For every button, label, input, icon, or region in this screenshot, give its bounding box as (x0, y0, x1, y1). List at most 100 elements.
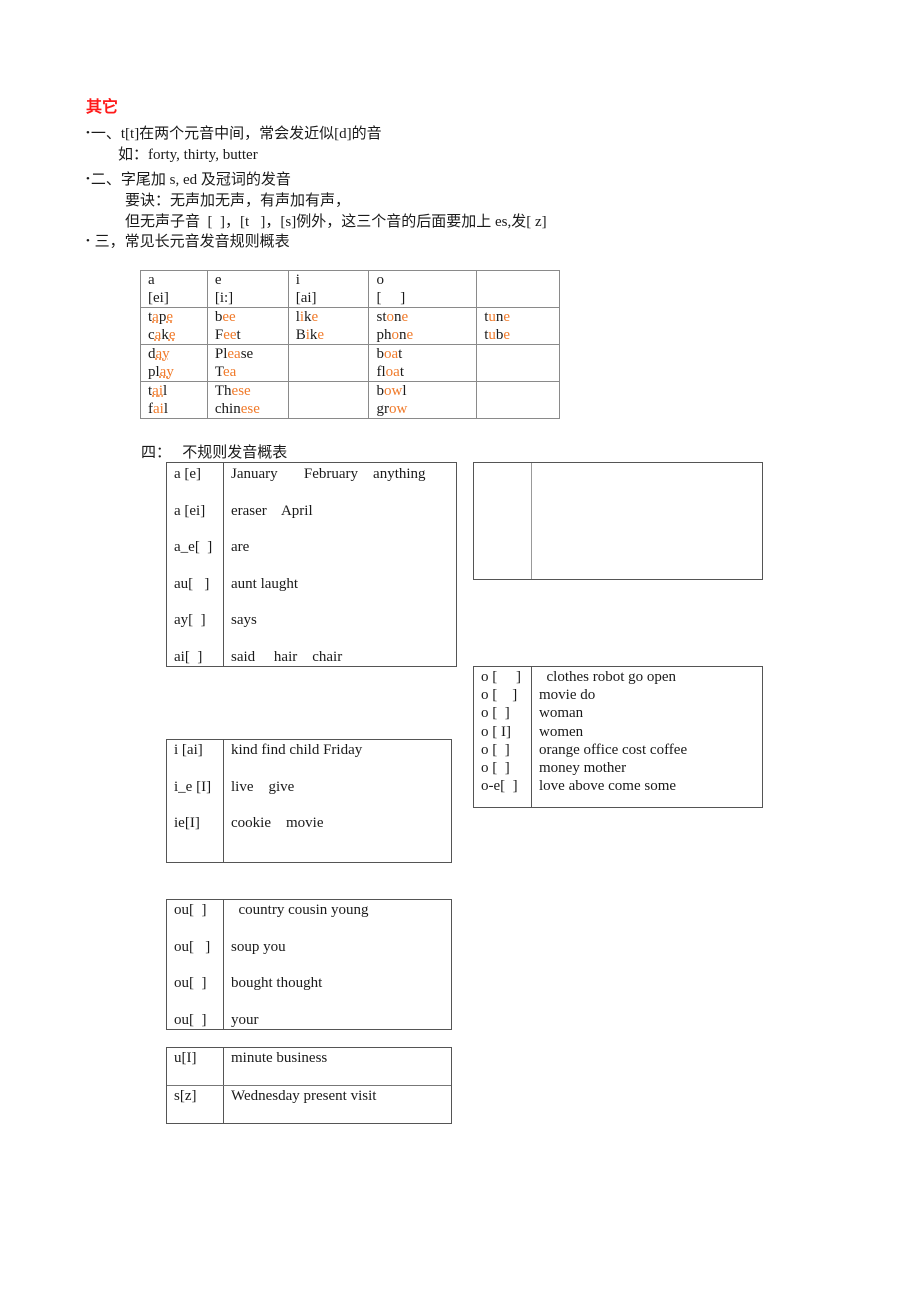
vowel-letter (484, 271, 559, 289)
example-words: aunt laught (231, 575, 299, 592)
example-word: Bike (295, 327, 325, 343)
word-cell (287, 381, 370, 419)
example-words: country cousin young (231, 902, 369, 918)
vowel-sound: [ei] (148, 290, 169, 306)
example-word: day (148, 346, 170, 362)
example-word: cake (148, 327, 176, 343)
sound-label: ay[ ] (174, 612, 206, 628)
sound-label: o [ ] (481, 669, 521, 685)
example-word: phone (376, 327, 414, 343)
sound-label: o [ I] (481, 723, 511, 740)
header-cell: o [ ] (368, 270, 478, 308)
example-words: your (231, 1011, 259, 1028)
word-cell: tape cake (140, 307, 208, 345)
example-word: chinese (214, 401, 260, 417)
header-cell: a [ei] (140, 270, 208, 308)
example-word: stone (376, 309, 409, 325)
sound-label: u[I] (174, 1050, 197, 1066)
irregular-i-table: i [ai] kind find child Friday i_e [I] live … (166, 739, 452, 863)
example-word: grow (376, 401, 408, 417)
example-word: play (148, 364, 174, 380)
example-words: January February anything (231, 466, 426, 482)
table-header-row: a [ei] e [i:] i [ai] o [ ] (140, 270, 560, 308)
example-word: tube (484, 327, 511, 343)
irregular-heading: 四： 不规则发音概表 (141, 445, 288, 461)
note-2-exception: 但无声子音 [ ]，[t ]，[s]例外，这三个音的后面要加上 es,发[ z] (125, 214, 547, 230)
sound-label: o [ ] (481, 687, 518, 704)
column-divider (531, 667, 532, 807)
header-cell: i [ai] (287, 270, 370, 308)
example-words: cookie movie (231, 815, 324, 831)
example-words: kind find child Friday (231, 742, 363, 758)
example-words: love above come some (539, 778, 677, 795)
note-3-text: 三，常见长元音发音规则概表 (90, 234, 290, 250)
note-2: •二、字尾加 s, ed 及冠词的发音 (86, 171, 291, 190)
note-1-example: 如：forty, thirty, butter (118, 147, 258, 163)
example-word: tape (148, 309, 174, 325)
sound-label: ie[I] (174, 815, 200, 831)
example-words: woman (539, 705, 584, 722)
example-word: Tea (214, 364, 237, 380)
example-words: clothes robot go open (539, 669, 677, 685)
bullet-icon: • (86, 173, 90, 185)
sound-label: o [ ] (481, 705, 510, 722)
note-3: • 三，常见长元音发音规则概表 (86, 233, 290, 252)
section-title: 其它 (86, 99, 119, 116)
column-divider (223, 900, 224, 1029)
empty-table (473, 462, 763, 580)
sound-label: a [e] (174, 466, 202, 482)
bullet-icon: • (86, 235, 90, 247)
table-row: tape cake bee Feet like Bike stone phone tune tub… (140, 307, 560, 345)
sound-label: i [ai] (174, 742, 203, 758)
word-cell: bee Feet (206, 307, 289, 345)
example-words: are (231, 539, 250, 555)
column-divider (531, 463, 532, 579)
example-words: movie do (539, 687, 596, 704)
example-words: says (231, 612, 257, 628)
bullet-icon: • (86, 127, 90, 139)
long-vowel-table: a [ei] e [i:] i [ai] o [ ] tape cake bee Feet like B… (140, 270, 560, 419)
example-words: eraser April (231, 502, 313, 519)
note-2-rule: 要诀：无声加无声，有声加有声， (125, 193, 351, 209)
word-cell (476, 344, 560, 382)
example-word: like (295, 309, 319, 325)
example-word: Please (214, 346, 254, 362)
word-cell: tail fail (140, 381, 208, 419)
sound-label: ou[ ] (174, 1011, 207, 1028)
example-words: women (539, 723, 584, 740)
table-row: tail fail These chinese bowl grow (140, 381, 560, 419)
sound-label: s[z] (174, 1088, 197, 1104)
word-cell: bowl grow (368, 381, 478, 419)
word-cell: Please Tea (206, 344, 289, 382)
irregular-ou-table: ou[ ] country cousin young ou[ ] soup you o… (166, 899, 452, 1030)
column-divider (223, 463, 224, 666)
word-cell: These chinese (206, 381, 289, 419)
sound-label: o [ ] (481, 760, 510, 776)
vowel-letter: a (148, 272, 155, 288)
example-word: float (376, 364, 404, 380)
vowel-letter: o (376, 272, 384, 288)
word-cell: stone phone (368, 307, 478, 345)
example-words: orange office cost coffee (539, 741, 688, 758)
word-cell: boat float (368, 344, 478, 382)
word-cell: day play (140, 344, 208, 382)
example-words: bought thought (231, 975, 323, 991)
sound-label: o [ ] (481, 741, 510, 758)
word-cell: like Bike (287, 307, 370, 345)
note-1: •一、t[t]在两个元音中间，常会发近似[d]的音 (86, 125, 382, 144)
example-word: boat (376, 346, 403, 362)
example-words: soup you (231, 938, 286, 955)
word-cell (287, 344, 370, 382)
sound-label: a_e[ ] (174, 539, 213, 555)
example-word: tail (148, 383, 168, 399)
sound-label: au[ ] (174, 575, 210, 592)
sound-label: ou[ ] (174, 938, 211, 955)
vowel-letter: i (295, 272, 300, 288)
column-divider (223, 740, 224, 862)
word-cell: tune tube (476, 307, 560, 345)
example-words: said hair chair (231, 648, 343, 665)
example-words: live give (231, 778, 295, 795)
sound-label: ou[ ] (174, 902, 207, 918)
irregular-u-s-table: u[I] minute business s[z] Wednesday present… (166, 1047, 452, 1124)
table-row: day play Please Tea boat float (140, 344, 560, 382)
